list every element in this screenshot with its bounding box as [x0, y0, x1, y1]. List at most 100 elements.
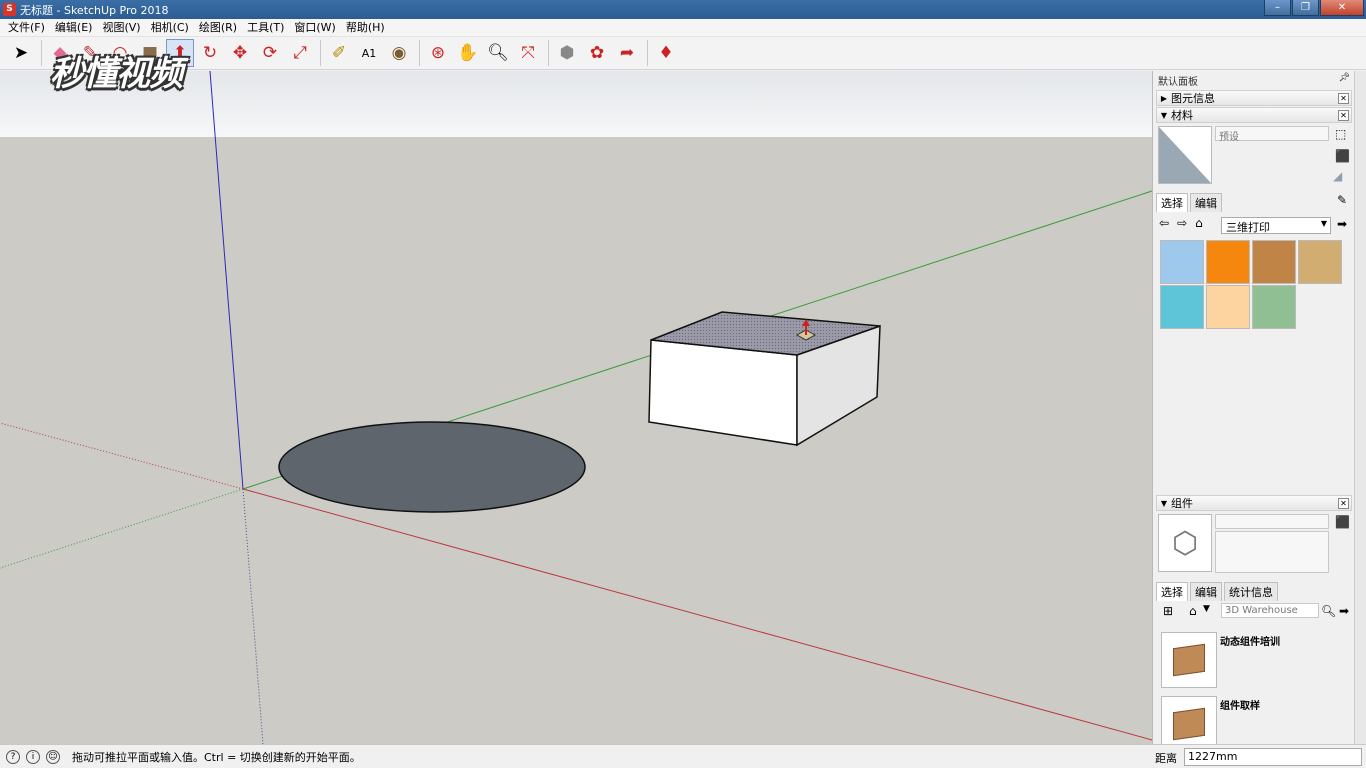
toolbar-divider	[647, 40, 648, 66]
menu-edit[interactable]: 编辑(E)	[50, 19, 98, 37]
geo-location-icon[interactable]: ?	[6, 749, 20, 764]
layout-send-icon[interactable]: ➦	[613, 39, 641, 67]
close-icon[interactable]: ✕	[1338, 498, 1349, 509]
materials-nav: ⇦ ⇨ ⌂	[1159, 216, 1211, 230]
tray-scrollbar[interactable]	[1354, 71, 1366, 744]
component-name-field[interactable]	[1215, 514, 1329, 529]
details-arrow-icon[interactable]: ➡	[1339, 604, 1349, 618]
window-title: 无标题 - SketchUp Pro 2018	[20, 3, 169, 17]
3d-viewport[interactable]	[0, 71, 1152, 744]
tab-statistics[interactable]: 统计信息	[1224, 582, 1278, 601]
material-swatch[interactable]	[1206, 285, 1250, 329]
watermark-logo: 秒懂视频	[50, 54, 183, 94]
material-swatch[interactable]	[1252, 240, 1296, 284]
collapse-arrow-icon: ▼	[1160, 110, 1168, 120]
ruby-console-icon[interactable]: ♦	[652, 39, 680, 67]
component-item-name[interactable]: 动态组件培训	[1220, 633, 1280, 648]
eyedropper-icon[interactable]: ✎	[1337, 193, 1347, 207]
window-controls: – ❐ ✕	[1263, 0, 1364, 17]
pin-icon[interactable]: 📌︎	[1339, 73, 1350, 83]
measurements-label: 距离	[1155, 752, 1177, 765]
user-account-icon[interactable]: ☺	[46, 749, 60, 764]
rotate-tool-icon[interactable]: ⟳	[256, 39, 284, 67]
component-description-field[interactable]	[1215, 531, 1329, 573]
tab-select[interactable]: 选择	[1156, 582, 1188, 601]
menu-view[interactable]: 视图(V)	[97, 19, 145, 37]
scale-tool-icon[interactable]: ⤢	[286, 39, 314, 67]
home-icon[interactable]: ⌂	[1195, 216, 1203, 230]
pan-tool-icon[interactable]: ✋	[454, 39, 482, 67]
menu-help[interactable]: 帮助(H)	[341, 19, 390, 37]
back-icon[interactable]: ⇦	[1159, 216, 1169, 230]
zoom-extents-tool-icon[interactable]: ⤧	[514, 39, 542, 67]
toolbar-divider	[419, 40, 420, 66]
tab-select[interactable]: 选择	[1156, 193, 1188, 212]
material-swatch[interactable]	[1206, 240, 1250, 284]
material-name-field[interactable]: 预设	[1215, 126, 1329, 143]
forward-icon[interactable]: ⇨	[1177, 216, 1187, 230]
menu-tools[interactable]: 工具(T)	[242, 19, 289, 37]
circle-face[interactable]	[278, 421, 586, 513]
material-library-select[interactable]: 三维打印 ▼	[1221, 217, 1331, 234]
follow-me-tool-icon[interactable]: ↻	[196, 39, 224, 67]
credits-info-icon[interactable]: i	[26, 749, 40, 764]
home-icon[interactable]: ⌂	[1189, 604, 1197, 618]
status-bar: ? i ☺ 拖动可推拉平面或输入值。Ctrl = 切换创建新的开始平面。 距离 …	[0, 744, 1366, 768]
materials-tabs: 选择 编辑	[1156, 193, 1224, 212]
close-icon[interactable]: ✕	[1338, 110, 1349, 121]
text-tool-icon[interactable]: A1	[355, 39, 383, 67]
orbit-tool-icon[interactable]: ⊛	[424, 39, 452, 67]
model-canvas[interactable]	[0, 71, 1152, 744]
materials-label: 材料	[1171, 109, 1193, 122]
warehouse-search-input[interactable]: 3D Warehouse	[1221, 603, 1319, 618]
sample-paint-icon[interactable]: ◢	[1333, 169, 1342, 183]
close-icon[interactable]: ✕	[1338, 93, 1349, 104]
create-material-icon[interactable]: ⬛	[1335, 149, 1350, 163]
paint-bucket-tool-icon[interactable]: ◉	[385, 39, 413, 67]
component-item-thumbnail[interactable]	[1161, 632, 1217, 688]
view-options-icon[interactable]: ⊞	[1163, 604, 1173, 618]
menu-file[interactable]: 文件(F)	[3, 19, 50, 37]
menu-draw[interactable]: 绘图(R)	[194, 19, 242, 37]
folder-icon	[1173, 707, 1205, 741]
tab-edit[interactable]: 编辑	[1190, 193, 1222, 212]
ground	[0, 137, 1152, 744]
menu-window[interactable]: 窗口(W)	[289, 19, 340, 37]
expand-arrow-icon: ▶	[1160, 93, 1168, 103]
minimize-button[interactable]: –	[1264, 0, 1291, 16]
components-header[interactable]: ▼ 组件 ✕	[1156, 495, 1352, 511]
details-arrow-icon[interactable]: ➡	[1337, 217, 1347, 231]
chevron-down-icon[interactable]: ▼	[1203, 604, 1210, 614]
tray-title: 默认面板	[1158, 77, 1198, 88]
select-tool-icon[interactable]: ➤	[7, 39, 35, 67]
maximize-button[interactable]: ❐	[1292, 0, 1319, 16]
toolbar-divider	[548, 40, 549, 66]
close-button[interactable]: ✕	[1320, 0, 1364, 16]
cube-icon: ⬡	[1171, 525, 1199, 561]
toolbar-divider	[41, 40, 42, 66]
extension-warehouse-icon[interactable]: ✿	[583, 39, 611, 67]
material-swatch[interactable]	[1298, 240, 1342, 284]
create-component-icon[interactable]: ⬛	[1335, 515, 1350, 529]
measurements-box[interactable]: 1227mm	[1184, 748, 1362, 766]
entity-info-header[interactable]: ▶ 图元信息 ✕	[1156, 90, 1352, 106]
material-swatch[interactable]	[1160, 240, 1204, 284]
tape-measure-tool-icon[interactable]: ✐	[325, 39, 353, 67]
material-swatch[interactable]	[1252, 285, 1296, 329]
materials-header[interactable]: ▼ 材料 ✕	[1156, 107, 1352, 123]
toolbar-divider	[320, 40, 321, 66]
component-item-name[interactable]: 组件取样	[1220, 697, 1260, 712]
zoom-tool-icon[interactable]: 🔍︎	[484, 39, 512, 67]
menu-camera[interactable]: 相机(C)	[146, 19, 194, 37]
material-library-value: 三维打印	[1226, 221, 1270, 234]
default-material-icon[interactable]: ⬚	[1335, 127, 1346, 141]
chevron-down-icon: ▼	[1320, 219, 1327, 228]
collapse-arrow-icon: ▼	[1160, 498, 1168, 508]
sketchup-logo-icon: S	[3, 3, 16, 16]
material-swatch[interactable]	[1160, 285, 1204, 329]
warehouse-icon[interactable]: ⬢	[553, 39, 581, 67]
tab-edit[interactable]: 编辑	[1190, 582, 1222, 601]
main-toolbar: ➤ ◆ ✎ ◠ ■ ⬆ ↻ ✥ ⟳ ⤢ ✐ A1 ◉ ⊛ ✋ 🔍︎ ⤧ ⬢ ✿ …	[0, 37, 1366, 70]
search-icon[interactable]: 🔍︎	[1321, 604, 1336, 618]
move-tool-icon[interactable]: ✥	[226, 39, 254, 67]
